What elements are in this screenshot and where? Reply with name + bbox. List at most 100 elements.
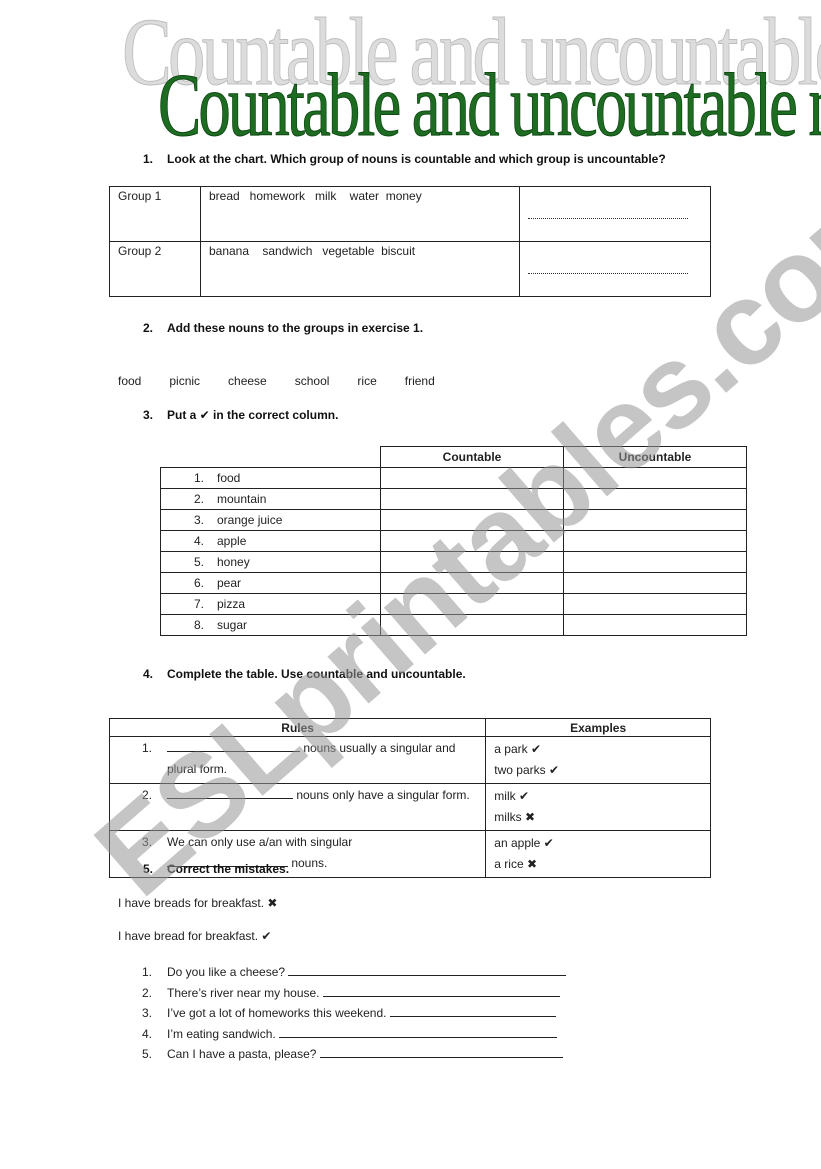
item-word: sugar [217, 617, 248, 632]
table-row: 4. apple [160, 529, 747, 552]
dotted-answer-line [527, 218, 688, 219]
item-word: mountain [217, 491, 267, 506]
empty-header-cell [161, 447, 381, 468]
example-incorrect: a rice ✖ [494, 857, 538, 871]
table-row: 7. pizza [160, 592, 747, 615]
group-nouns-text: banana sandwich vegetable biscuit [208, 244, 416, 258]
exercise-2-instruction: 2. Add these nouns to the groups in exerc… [143, 321, 423, 335]
dotted-answer-line [527, 273, 688, 274]
example-correct: two parks ✔ [494, 763, 560, 777]
uncountable-check-cell[interactable] [563, 613, 747, 636]
exercise-5-instruction: 5. Correct the mistakes. [143, 862, 289, 876]
uncountable-check-cell[interactable] [563, 529, 747, 552]
correction-item: 3. I’ve got a lot of homeworks this weeke… [142, 1004, 556, 1020]
table-row: Group 2 banana sandwich vegetable biscui… [109, 241, 712, 297]
item-number: 1. [142, 965, 153, 979]
answer-blank[interactable] [167, 786, 293, 799]
uncountable-check-cell[interactable] [563, 592, 747, 615]
answer-line[interactable] [389, 1004, 556, 1017]
exercise-number: 1. [143, 152, 154, 166]
exercise-4-instruction: 4. Complete the table. Use countable and … [143, 667, 466, 681]
item-number: 1. [194, 470, 205, 485]
noun-item: 6. pear [160, 571, 381, 594]
exercise-1-instruction: 1. Look at the chart. Which group of noun… [143, 152, 666, 166]
group-answer-field[interactable] [518, 186, 712, 242]
instruction-text: Look at the chart. Which group of nouns … [167, 152, 666, 166]
instruction-text: Add these nouns to the groups in exercis… [167, 321, 424, 335]
exercise-number: 3. [143, 408, 154, 422]
item-word: honey [217, 554, 250, 569]
noun-item: 8. sugar [160, 613, 381, 636]
example-correct: an apple ✔ [494, 836, 554, 850]
answer-line[interactable] [288, 963, 567, 976]
table-row: 3. orange juice [160, 508, 747, 531]
item-word: apple [217, 533, 247, 548]
rule-text: nouns. [288, 856, 328, 870]
countable-check-cell[interactable] [380, 592, 564, 615]
exercise-3-instruction: 3. Put a ✔ in the correct column. [143, 408, 338, 422]
groups-table: Group 1 bread homework milk water money … [109, 186, 712, 297]
table-row: Group 1 bread homework milk water money [109, 186, 712, 242]
noun-item: 5. honey [160, 550, 381, 573]
countable-check-cell[interactable] [380, 508, 564, 531]
table-header-row: Countable Uncountable [161, 446, 747, 468]
exercise-number: 5. [143, 862, 154, 876]
rule-cell: 2. nouns only have a singular form. [108, 783, 487, 831]
example-correct: milk ✔ [494, 789, 530, 803]
answer-line[interactable] [279, 1025, 558, 1038]
table-row: 1. nouns usually a singular and plural f… [108, 736, 711, 784]
countable-check-table: Countable Uncountable 1. food 2. mountain 3.… [160, 446, 747, 636]
group-nouns: banana sandwich vegetable biscuit [199, 241, 520, 297]
answer-blank[interactable] [167, 739, 300, 752]
group-answer-field[interactable] [518, 241, 712, 297]
item-number: 2. [194, 491, 205, 506]
table-row: 1. food [160, 466, 747, 489]
group-nouns: bread homework milk water money [199, 186, 520, 242]
rule-text: We can only use a/an with singular [167, 835, 353, 849]
item-word: pear [217, 575, 242, 590]
item-word: food [217, 470, 241, 485]
examples-header: Examples [485, 718, 711, 737]
noun-item: 2. mountain [160, 487, 381, 510]
correction-item: 5. Can I have a pasta, please? [142, 1045, 563, 1061]
exercise-number: 2. [143, 321, 154, 335]
rule-cell: 1. nouns usually a singular and plural f… [108, 736, 487, 784]
table-row: 6. pear [160, 571, 747, 594]
answer-line[interactable] [319, 1045, 563, 1058]
countable-check-cell[interactable] [380, 613, 564, 636]
countable-check-cell[interactable] [380, 529, 564, 552]
uncountable-check-cell[interactable] [563, 508, 747, 531]
item-number: 5. [142, 1047, 153, 1061]
uncountable-check-cell[interactable] [563, 466, 747, 489]
rule-line-1: 3. We can only use a/an with singular [142, 833, 352, 851]
group-label: Group 2 [109, 241, 201, 297]
rule-number: 2. [142, 788, 153, 802]
table-header-row: Rules Examples [108, 718, 711, 737]
rule-line-2: plural form. [167, 762, 228, 776]
item-sentence: I’m eating sandwich. [167, 1026, 280, 1041]
item-number: 7. [194, 596, 205, 611]
countable-check-cell[interactable] [380, 466, 564, 489]
countable-check-cell[interactable] [380, 550, 564, 573]
uncountable-header: Uncountable [563, 446, 747, 468]
answer-line[interactable] [322, 984, 560, 997]
noun-item: 1. food [160, 466, 381, 489]
correction-item: 4. I’m eating sandwich. [142, 1025, 558, 1041]
rule-number: 3. [142, 835, 153, 849]
rule-line-1: 2. nouns only have a singular form. [142, 786, 470, 804]
item-number: 4. [142, 1026, 153, 1041]
uncountable-check-cell[interactable] [563, 487, 747, 510]
noun-item: 7. pizza [160, 592, 381, 615]
countable-check-cell[interactable] [380, 487, 564, 510]
item-number: 8. [194, 617, 205, 632]
examples-cell: a park ✔ two parks ✔ [485, 736, 711, 784]
correct-example-sentence: I have bread for breakfast. ✔ [118, 929, 272, 943]
uncountable-check-cell[interactable] [563, 550, 747, 573]
item-number: 2. [142, 985, 153, 1000]
item-number: 4. [194, 533, 205, 548]
uncountable-check-cell[interactable] [563, 571, 747, 594]
table-row: 5. honey [160, 550, 747, 573]
countable-check-cell[interactable] [380, 571, 564, 594]
instruction-text: Complete the table. Use countable and un… [167, 667, 466, 681]
noun-word-bank: food picnic cheese school rice friend [118, 374, 435, 388]
